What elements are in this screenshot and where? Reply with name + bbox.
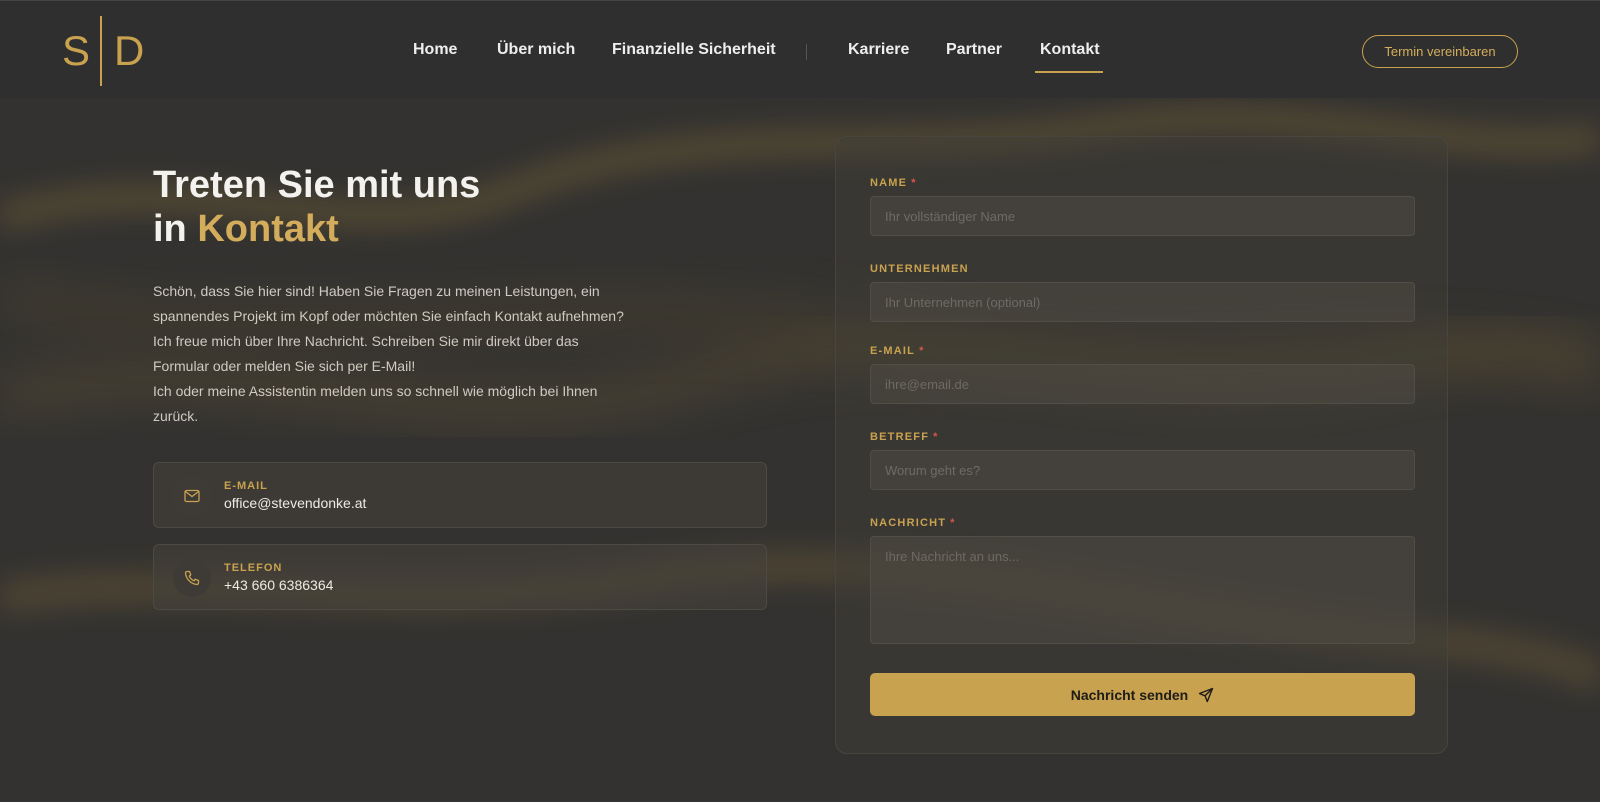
nav-divider xyxy=(806,44,807,60)
email-input[interactable] xyxy=(870,364,1415,404)
required-marker: * xyxy=(919,345,925,357)
book-appointment-button[interactable]: Termin vereinbaren xyxy=(1362,35,1518,68)
intro-paragraph: Ich oder meine Assistentin melden uns so… xyxy=(153,383,598,424)
phone-contact-card[interactable]: TELEFON +43 660 6386364 xyxy=(153,544,767,610)
send-icon xyxy=(1199,687,1214,702)
phone-icon xyxy=(173,559,211,597)
name-input[interactable] xyxy=(870,196,1415,236)
subject-label-text: BETREFF xyxy=(870,431,930,443)
nav-item-ueber-mich[interactable]: Über mich xyxy=(497,41,575,59)
logo-divider xyxy=(100,16,102,86)
company-input[interactable] xyxy=(870,282,1415,322)
intro-paragraph: Schön, dass Sie hier sind! Haben Sie Fra… xyxy=(153,283,624,374)
site-header: S D Home Über mich Finanzielle Sicherhei… xyxy=(0,0,1600,98)
required-marker: * xyxy=(950,517,956,529)
email-field-label: E-MAIL * xyxy=(870,345,925,357)
subject-label: BETREFF * xyxy=(870,431,939,443)
intro-text: Schön, dass Sie hier sind! Haben Sie Fra… xyxy=(153,279,633,429)
name-label-text: NAME xyxy=(870,177,908,189)
phone-label: TELEFON xyxy=(224,562,283,574)
page-title: Treten Sie mit uns in Kontakt xyxy=(153,163,480,251)
email-contact-card[interactable]: E-MAIL office@stevendonke.at xyxy=(153,462,767,528)
email-label: E-MAIL xyxy=(224,480,268,492)
nav-item-kontakt[interactable]: Kontakt xyxy=(1040,41,1100,59)
title-line-1: Treten Sie mit uns xyxy=(153,164,481,206)
required-marker: * xyxy=(933,431,939,443)
subject-input[interactable] xyxy=(870,450,1415,490)
nav-item-finanzielle-sicherheit[interactable]: Finanzielle Sicherheit xyxy=(612,41,776,59)
email-field-label-text: E-MAIL xyxy=(870,345,916,357)
title-accent-word: Kontakt xyxy=(197,208,339,250)
nav-item-home[interactable]: Home xyxy=(413,41,457,59)
send-message-button[interactable]: Nachricht senden xyxy=(870,673,1415,716)
send-button-label: Nachricht senden xyxy=(1070,686,1189,703)
nav-item-karriere[interactable]: Karriere xyxy=(848,41,909,59)
contact-form: NAME* UNTERNEHMEN E-MAIL* BETREFF* NACHR… xyxy=(835,136,1448,754)
name-label: NAME * xyxy=(870,177,917,189)
message-textarea[interactable] xyxy=(870,536,1415,644)
logo-letter-s: S xyxy=(62,27,91,74)
company-label-text: UNTERNEHMEN xyxy=(870,263,969,275)
title-line-2-prefix: in xyxy=(153,208,187,250)
logo[interactable]: S D xyxy=(60,16,146,86)
nav-active-indicator xyxy=(1035,71,1103,73)
required-marker: * xyxy=(911,177,917,189)
logo-letter-d: D xyxy=(114,27,145,74)
email-value[interactable]: office@stevendonke.at xyxy=(224,495,366,511)
message-label: NACHRICHT * xyxy=(870,517,956,529)
mail-icon xyxy=(173,477,211,515)
company-label: UNTERNEHMEN xyxy=(870,263,969,275)
phone-value[interactable]: +43 660 6386364 xyxy=(224,577,333,593)
nav-item-partner[interactable]: Partner xyxy=(946,41,1002,59)
message-label-text: NACHRICHT xyxy=(870,517,947,529)
